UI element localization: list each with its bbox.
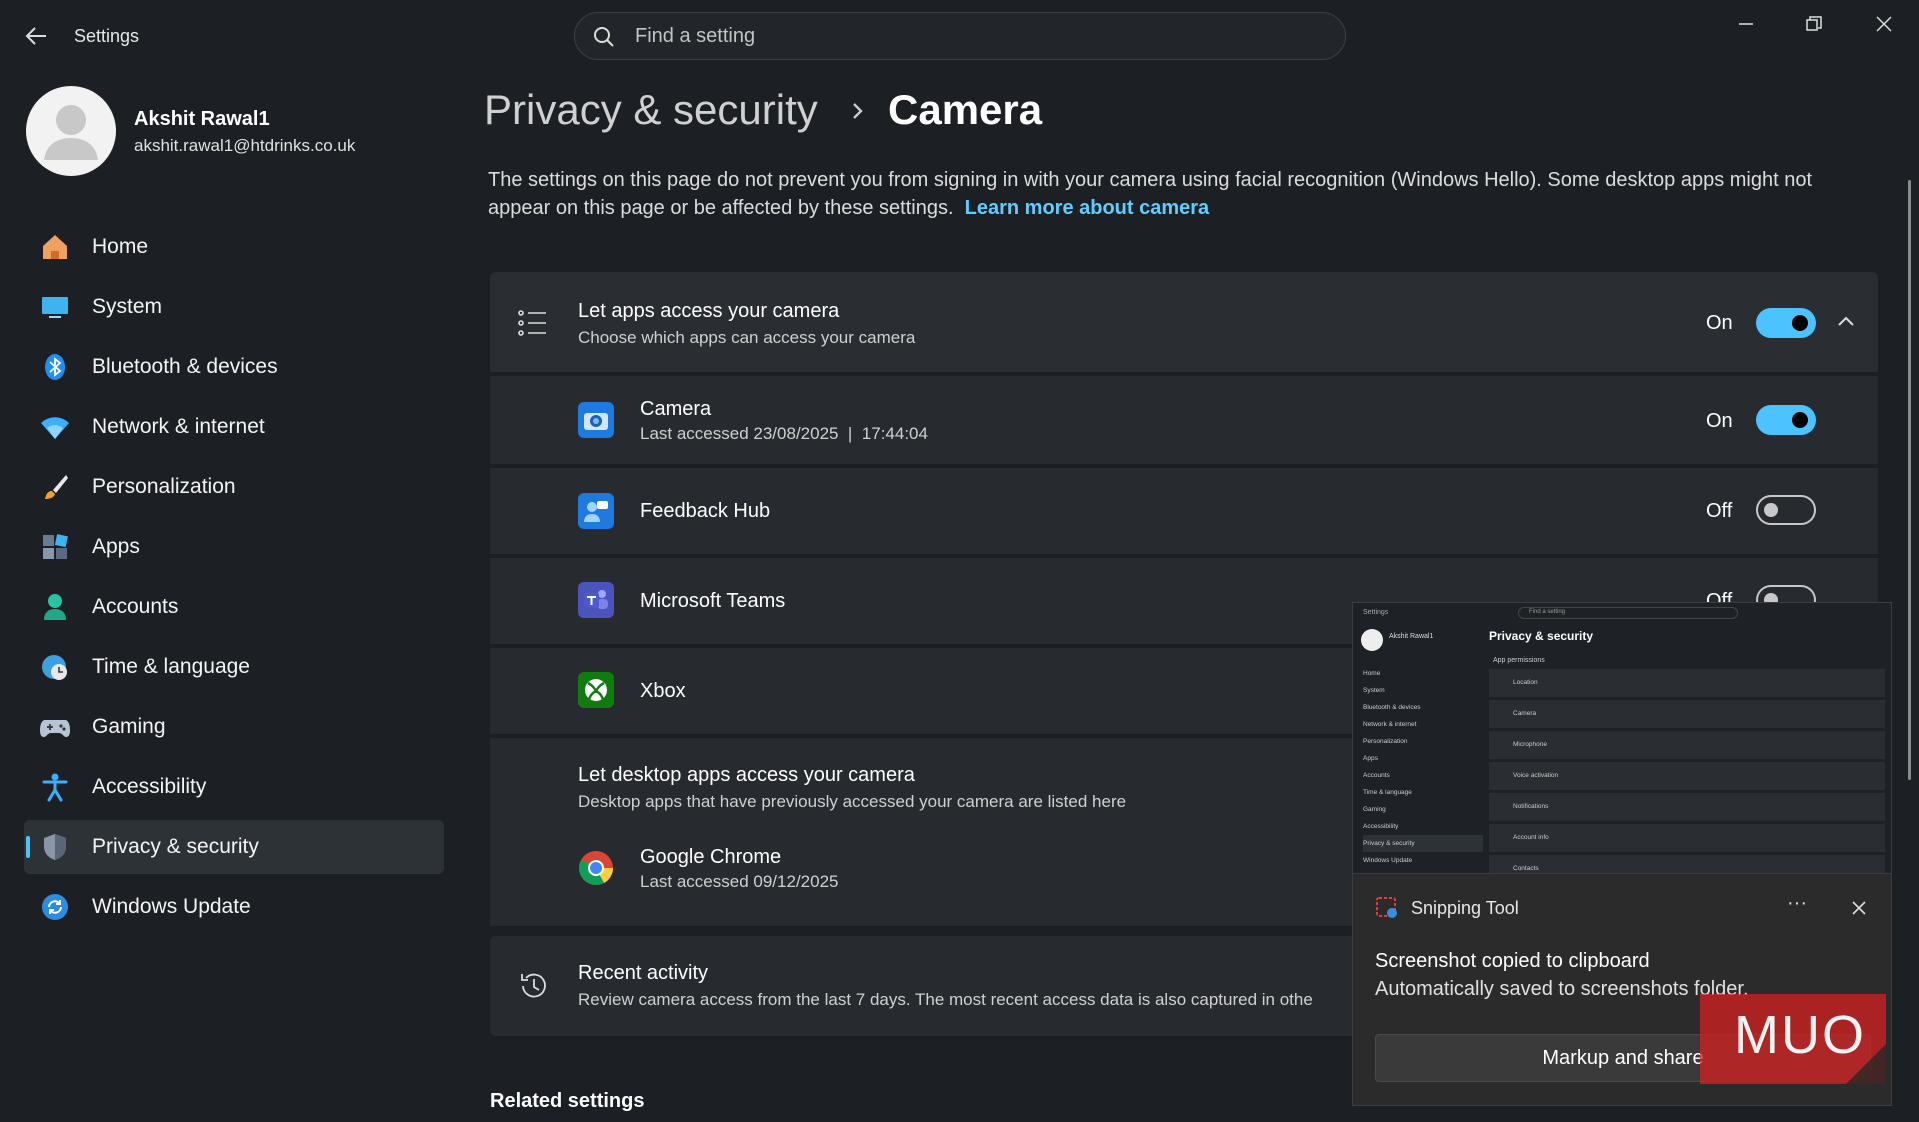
desktop-apps-subtitle: Desktop apps that have previously access… (578, 792, 1127, 811)
snip-preview-rows: Location Camera Microphone Voice activat… (1489, 669, 1885, 873)
sidebar-item-time-language[interactable]: Time & language (24, 640, 444, 694)
back-button[interactable] (22, 22, 50, 50)
home-icon (38, 230, 72, 264)
snip-preview-thumbnail[interactable]: Settings Find a setting Akshit Rawal1 Pr… (1352, 602, 1892, 874)
app-name: Camera (640, 398, 712, 420)
xbox-icon (578, 672, 614, 708)
last-accessed: Last accessed 09/12/2025 (640, 872, 839, 891)
scrollbar[interactable] (1908, 180, 1911, 780)
wifi-icon (38, 410, 72, 444)
shield-icon (38, 830, 72, 864)
app-name: Xbox (640, 680, 686, 702)
snip-preview-search: Find a setting (1518, 607, 1738, 619)
page-description: The settings on this page do not prevent… (488, 169, 1813, 219)
last-accessed: Last accessed 23/08/2025 | 17:44:04 (640, 424, 928, 443)
teams-icon (578, 582, 614, 618)
accessibility-icon (38, 770, 72, 804)
toast-close-icon[interactable] (1851, 900, 1867, 916)
app-row-camera: Camera Last accessed 23/08/2025 | 17:44:… (490, 376, 1878, 464)
toggle-state-label: Off (1706, 500, 1733, 522)
paintbrush-icon (38, 470, 72, 504)
sidebar-item-home[interactable]: Home (24, 220, 444, 274)
desktop-apps-title: Let desktop apps access your camera (578, 764, 915, 786)
toast-title: Screenshot copied to clipboard (1375, 950, 1650, 972)
snip-preview-section: App permissions (1493, 657, 1545, 664)
sidebar-item-accessibility[interactable]: Accessibility (24, 760, 444, 814)
let-apps-subtitle: Choose which apps can access your camera (578, 328, 916, 347)
back-arrow-icon (25, 27, 46, 45)
search-icon (594, 27, 614, 47)
snipping-tool-icon (1376, 897, 1397, 918)
sidebar-item-network[interactable]: Network & internet (24, 400, 444, 454)
more-options-button[interactable]: ··· (1787, 892, 1807, 915)
toggle-state-label: On (1706, 312, 1733, 334)
minimize-button[interactable] (1724, 10, 1768, 38)
watermark-corner-icon (1846, 1044, 1886, 1084)
avatar[interactable] (26, 86, 116, 176)
minimize-icon (1739, 23, 1753, 25)
sidebar-item-gaming[interactable]: Gaming (24, 700, 444, 754)
related-settings-heading: Related settings (490, 1090, 645, 1112)
bluetooth-icon (38, 350, 72, 384)
snip-preview-avatar (1361, 629, 1383, 651)
snip-preview-heading: Privacy & security (1489, 629, 1594, 643)
page-title: Camera (888, 86, 1043, 133)
monitor-icon (38, 290, 72, 324)
sidebar-item-personalization[interactable]: Personalization (24, 460, 444, 514)
feedback-hub-icon (578, 493, 614, 529)
learn-more-link[interactable]: Learn more about camera (965, 197, 1210, 219)
snip-preview-title: Settings (1363, 609, 1389, 616)
toast-app-name: Snipping Tool (1411, 898, 1519, 918)
breadcrumb-parent[interactable]: Privacy & security (484, 86, 818, 134)
snip-preview-nav: Home System Bluetooth & devices Network & i… (1363, 665, 1483, 869)
let-apps-access-card[interactable]: Let apps access your camera Choose which… (490, 272, 1878, 372)
search-input[interactable] (635, 13, 1315, 59)
user-name: Akshit Rawal1 (134, 108, 270, 130)
person-silhouette-icon (44, 105, 98, 160)
app-name: Google Chrome (640, 846, 782, 868)
list-icon (518, 310, 546, 336)
chrome-icon (578, 850, 614, 886)
close-icon (1876, 16, 1892, 32)
camera-app-icon (578, 402, 614, 438)
restore-button[interactable] (1792, 10, 1836, 38)
chevron-right-icon (853, 103, 863, 119)
sidebar-item-windows-update[interactable]: Windows Update (24, 880, 444, 934)
camera-toggle[interactable] (1756, 405, 1816, 435)
toast-body: Automatically saved to screenshots folde… (1375, 978, 1749, 1000)
snip-preview-name: Akshit Rawal1 (1389, 633, 1434, 640)
sidebar-item-bluetooth[interactable]: Bluetooth & devices (24, 340, 444, 394)
person-icon (38, 590, 72, 624)
sidebar-item-system[interactable]: System (24, 280, 444, 334)
recent-activity-subtitle: Review camera access from the last 7 day… (578, 990, 1313, 1009)
search-box[interactable] (574, 12, 1346, 60)
globe-clock-icon (38, 650, 72, 684)
toggle-state-label: On (1706, 410, 1733, 432)
sidebar-item-accounts[interactable]: Accounts (24, 580, 444, 634)
apps-icon (38, 530, 72, 564)
recent-activity-title: Recent activity (578, 962, 709, 984)
gamepad-icon (38, 710, 72, 744)
user-email: akshit.rawal1@htdrinks.co.uk (134, 136, 356, 155)
app-name: Feedback Hub (640, 500, 771, 522)
feedback-hub-toggle[interactable] (1756, 495, 1816, 525)
sidebar-item-apps[interactable]: Apps (24, 520, 444, 574)
restore-icon (1806, 16, 1822, 31)
let-apps-title: Let apps access your camera (578, 300, 840, 322)
sidebar-nav: Home System Bluetooth & devices Network … (24, 220, 444, 940)
refresh-icon (38, 890, 72, 924)
history-icon (521, 973, 546, 998)
close-button[interactable] (1862, 10, 1906, 38)
let-apps-toggle[interactable] (1756, 308, 1816, 338)
muo-watermark: MUO (1700, 994, 1886, 1084)
chevron-up-icon[interactable] (1836, 312, 1856, 332)
sidebar-item-privacy-security[interactable]: Privacy & security (24, 820, 444, 874)
app-row-feedback-hub: Feedback Hub Off (490, 468, 1878, 554)
app-title: Settings (74, 26, 140, 46)
app-name: Microsoft Teams (640, 590, 786, 612)
